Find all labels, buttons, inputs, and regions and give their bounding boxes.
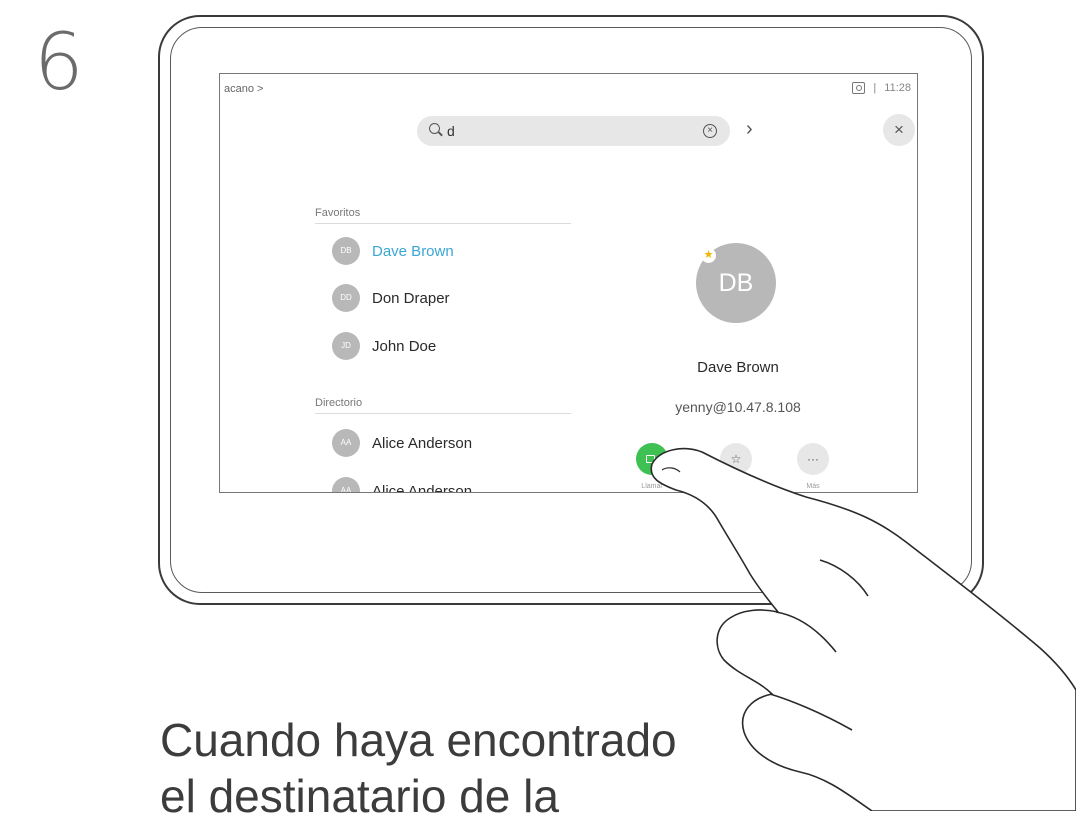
instruction-caption: Cuando haya encontrado el destinatario d…: [160, 712, 677, 824]
caption-line: el destinatario de la: [160, 770, 559, 822]
pointing-hand-illustration: [650, 447, 1076, 811]
caption-line: Cuando haya encontrado: [160, 714, 677, 766]
